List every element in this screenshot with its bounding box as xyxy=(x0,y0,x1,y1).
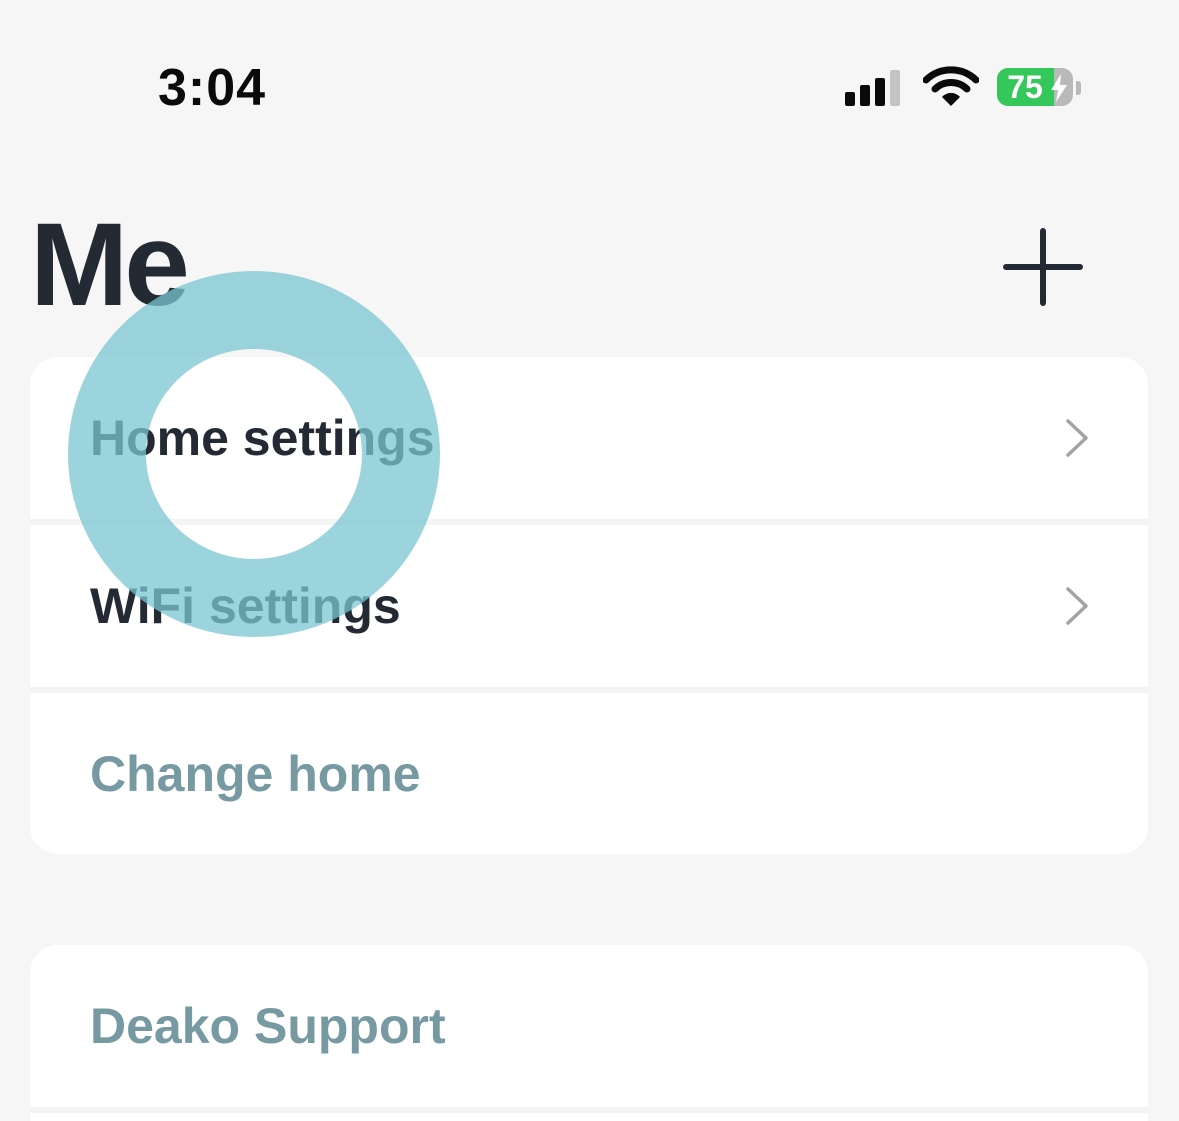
me-screen: 3:04 75 Me Home settings WiFi settings C… xyxy=(0,0,1179,1121)
chevron-right-icon xyxy=(1066,419,1088,457)
charging-bolt-icon xyxy=(1051,74,1067,102)
home-settings-row[interactable]: Home settings xyxy=(30,357,1148,519)
status-time: 3:04 xyxy=(158,59,267,117)
wifi-icon xyxy=(923,66,979,106)
battery-charging-icon: 75 xyxy=(997,68,1073,106)
change-home-row[interactable]: Change home xyxy=(30,693,1148,854)
divider xyxy=(30,1107,1148,1113)
wifi-settings-label: WiFi settings xyxy=(90,578,401,634)
deako-support-label: Deako Support xyxy=(90,998,446,1054)
page-title: Me xyxy=(30,199,190,331)
chevron-right-icon xyxy=(1066,587,1088,625)
plus-icon xyxy=(1003,228,1083,306)
status-icons: 75 xyxy=(845,66,1085,110)
wifi-settings-row[interactable]: WiFi settings xyxy=(30,525,1148,687)
home-settings-label: Home settings xyxy=(90,410,435,466)
change-home-label: Change home xyxy=(90,746,421,802)
add-button[interactable] xyxy=(1000,225,1086,311)
battery-level: 75 xyxy=(1007,69,1043,105)
support-card: Deako Support xyxy=(30,945,1148,1121)
settings-card: Home settings WiFi settings Change home xyxy=(30,357,1148,854)
cellular-signal-icon xyxy=(845,70,900,106)
deako-support-row[interactable]: Deako Support xyxy=(30,945,1148,1107)
battery-tip xyxy=(1076,81,1081,95)
